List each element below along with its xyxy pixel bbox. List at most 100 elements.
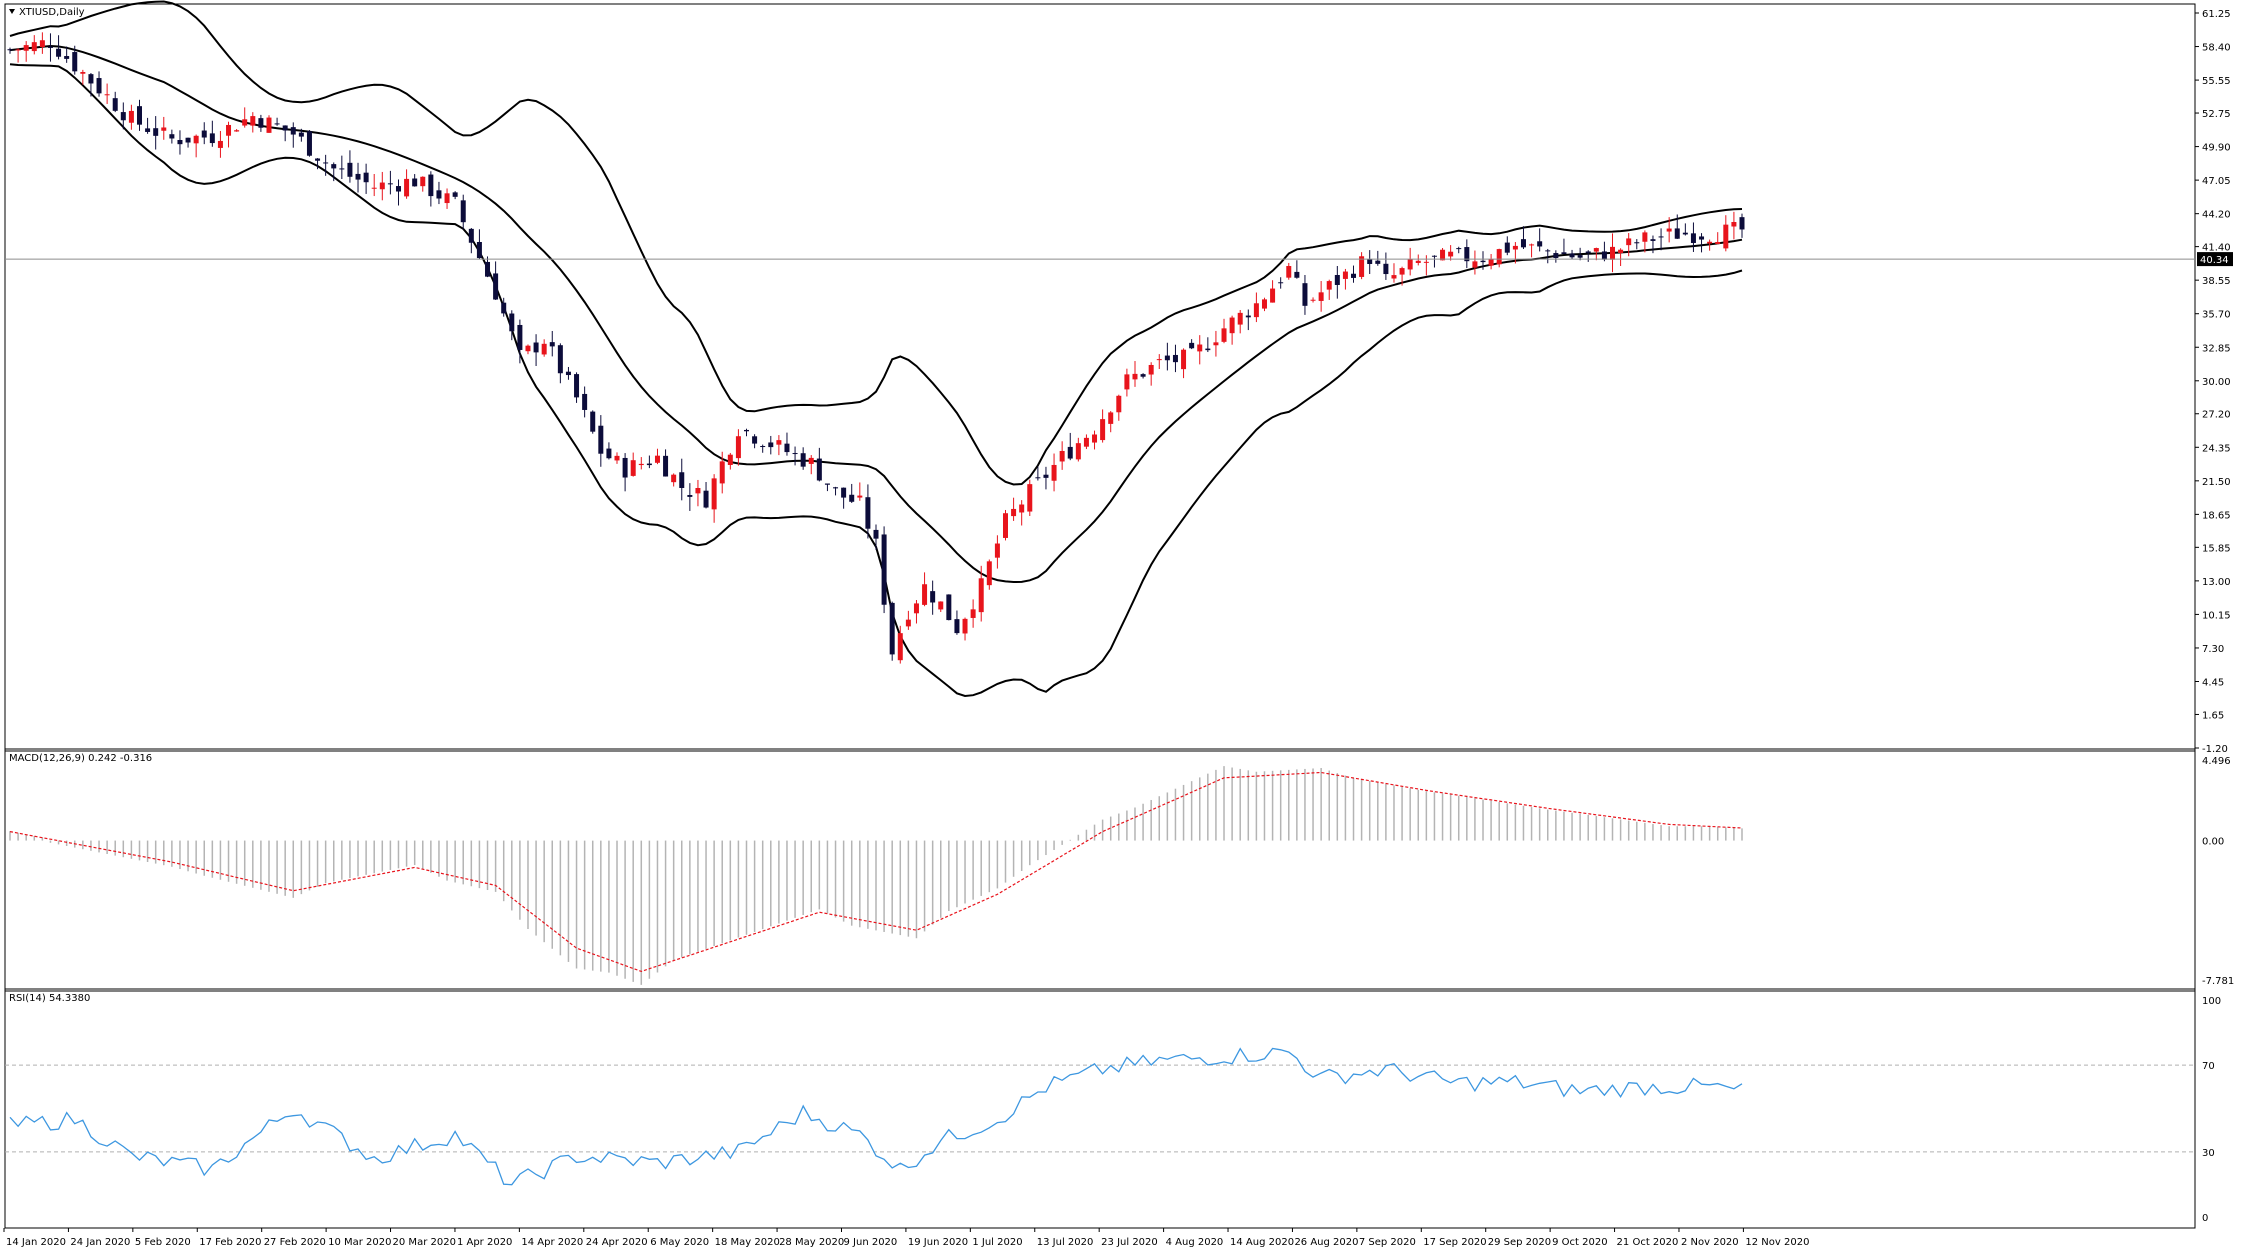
candle-body	[719, 461, 725, 484]
date-axis-label: 24 Jan 2020	[70, 1237, 130, 1248]
candle-body	[315, 158, 321, 161]
price-axis-label: 18.65	[2202, 510, 2231, 521]
candle-body	[1253, 303, 1259, 318]
pane-frame-1	[4, 3, 2196, 752]
candle-body	[913, 603, 919, 614]
candle-body	[1326, 281, 1332, 290]
candle-body	[946, 594, 952, 621]
price-axis-label: 52.75	[2202, 109, 2231, 120]
candle-body	[1690, 233, 1696, 243]
price-axis-label: 41.40	[2202, 243, 2231, 254]
candle-body	[1731, 222, 1737, 227]
candle-body	[970, 609, 976, 618]
candle-body	[517, 324, 523, 350]
candle-body	[250, 116, 256, 126]
candle-body	[1172, 354, 1178, 363]
candle-body	[274, 123, 280, 125]
candle-body	[922, 584, 928, 605]
date-axis-label: 1 Jul 2020	[972, 1237, 1022, 1248]
candle-body	[120, 112, 126, 121]
macd-axis-label: 0.00	[2202, 837, 2224, 848]
candle-body	[404, 178, 410, 197]
candle-body	[1666, 228, 1672, 232]
candle-body	[1488, 259, 1494, 266]
candle-body	[833, 487, 839, 489]
price-axis-label: 38.55	[2202, 276, 2231, 287]
candle-body	[565, 371, 571, 376]
candle-body	[1108, 412, 1114, 424]
candle-body	[1682, 232, 1688, 235]
date-axis-label: 2 Nov 2020	[1681, 1237, 1739, 1248]
candle-body	[1537, 241, 1543, 247]
date-axis-label: 28 May 2020	[779, 1237, 844, 1248]
candle-body	[1367, 259, 1373, 264]
candle-body	[23, 45, 29, 51]
candle-body	[711, 478, 717, 510]
date-axis-label: 29 Sep 2020	[1488, 1237, 1551, 1248]
candle-body	[363, 172, 369, 183]
candle-body	[744, 429, 750, 432]
candle-body	[72, 52, 78, 72]
candle-body	[1189, 342, 1195, 349]
date-axis-label: 27 Feb 2020	[264, 1237, 326, 1248]
candle-body	[703, 490, 709, 508]
candle-body	[15, 49, 21, 51]
candle-body	[153, 128, 159, 136]
rsi-axis-label: 0	[2202, 1213, 2208, 1224]
candle-body	[1351, 273, 1357, 278]
macd-axis-label: 4.496	[2202, 756, 2231, 767]
candle-body	[1156, 359, 1162, 361]
candle-body	[501, 302, 507, 314]
candle-body	[444, 193, 450, 204]
candle-body	[96, 78, 102, 94]
candle-body	[339, 168, 345, 170]
candle-body	[938, 601, 944, 610]
candle-body	[298, 132, 304, 137]
candle-body	[760, 446, 766, 448]
date-axis-label: 9 Jun 2020	[843, 1237, 897, 1248]
candle-body	[1448, 251, 1454, 257]
candle-body	[776, 440, 782, 445]
candle-body	[412, 178, 418, 187]
candle-body	[1245, 315, 1251, 318]
candle-body	[88, 74, 94, 84]
candle-body	[161, 127, 167, 131]
rsi-axis-label: 30	[2202, 1148, 2215, 1159]
candle-body	[217, 140, 223, 148]
candle-body	[816, 458, 822, 481]
candle-body	[306, 131, 312, 156]
candle-body	[881, 534, 887, 605]
candle-body	[112, 98, 118, 111]
candle-body	[654, 455, 660, 463]
symbol-title: XTIUSD,Daily	[19, 7, 85, 18]
candle-body	[31, 42, 37, 52]
candle-body	[986, 561, 992, 586]
candle-body	[824, 483, 830, 485]
price-axis-label: 49.90	[2202, 143, 2231, 154]
candle-body	[387, 183, 393, 185]
candle-body	[792, 453, 798, 455]
date-axis-label: 1 Apr 2020	[457, 1237, 512, 1248]
candle-body	[485, 261, 491, 277]
candle-body	[1302, 283, 1308, 306]
candle-body	[1067, 446, 1073, 459]
candle-body	[1626, 238, 1632, 246]
candle-body	[865, 497, 871, 529]
candle-body	[857, 495, 863, 498]
candle-body	[1261, 299, 1267, 309]
date-axis-label: 17 Feb 2020	[199, 1237, 261, 1248]
candle-body	[1383, 263, 1389, 275]
candle-body	[582, 393, 588, 410]
date-axis-label: 12 Nov 2020	[1745, 1237, 1809, 1248]
candle-body	[800, 453, 806, 467]
candle-body	[1342, 271, 1348, 279]
candle-body	[1132, 373, 1138, 380]
date-axis-label: 24 Apr 2020	[586, 1237, 648, 1248]
price-axis-label: 44.20	[2202, 210, 2231, 221]
candle-body	[695, 488, 701, 494]
candle-body	[1294, 271, 1300, 278]
chevron-down-icon[interactable]	[9, 9, 15, 14]
candle-body	[1124, 374, 1130, 390]
price-axis-label: 4.45	[2202, 678, 2224, 689]
candle-body	[541, 343, 547, 355]
